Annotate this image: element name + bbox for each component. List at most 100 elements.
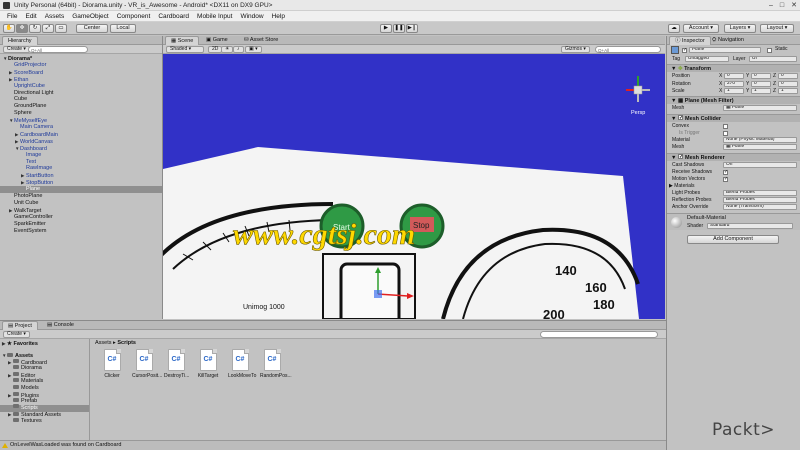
static-checkbox[interactable] (767, 48, 772, 53)
space-local-button[interactable]: Local (110, 24, 136, 33)
tab-navigation[interactable]: ⛭ Navigation (707, 36, 749, 45)
tab-scene[interactable]: ▦ Scene (165, 36, 200, 45)
lighting-toggle[interactable]: ☀ (221, 46, 234, 53)
menu-assets[interactable]: Assets (41, 13, 69, 20)
scale-tool-button[interactable]: ⤢ (42, 24, 54, 33)
reflection-probes-label: Reflection Probes (672, 197, 712, 203)
cloud-icon[interactable]: ☁ (668, 24, 680, 33)
mesh-collider-enabled-checkbox[interactable] (677, 114, 683, 122)
tab-project[interactable]: ▤ Project (2, 321, 38, 330)
script-asset[interactable]: Clicker (100, 349, 124, 379)
breadcrumb-scripts[interactable]: Scripts (117, 340, 136, 346)
project-folder-label: Prefab (21, 398, 38, 405)
shading-dropdown[interactable]: Shaded ▾ (166, 46, 204, 53)
scene-view[interactable]: ▦ Scene ▣ Game ⛁ Asset Store Shaded ▾ 2D… (163, 36, 665, 319)
menu-help[interactable]: Help (268, 13, 289, 20)
mesh-renderer-enabled-checkbox[interactable] (677, 153, 683, 161)
hierarchy-create-button[interactable]: Create ▾ (3, 46, 30, 53)
layers-dropdown[interactable]: Layers ▾ (724, 24, 756, 33)
transform-x-field[interactable]: 0 (724, 73, 744, 79)
script-asset[interactable]: KillTarget (196, 349, 220, 379)
mesh-filter-mesh-field[interactable]: ▦ Plane (723, 105, 797, 111)
tab-inspector[interactable]: ⓘ Inspector (669, 36, 711, 45)
menu-edit[interactable]: Edit (21, 13, 40, 20)
close-icon[interactable]: ✕ (791, 0, 797, 11)
transform-y-field[interactable]: 0 (751, 73, 771, 79)
account-dropdown[interactable]: Account ▾ (683, 24, 719, 33)
rotate-tool-button[interactable]: ↻ (29, 24, 41, 33)
transform-x-field[interactable]: 1 (724, 88, 744, 94)
is-trigger-checkbox[interactable] (723, 131, 728, 136)
orientation-gizmo[interactable] (626, 76, 650, 102)
transform-y-field[interactable]: 1 (751, 88, 771, 94)
transform-y-value: 1 (754, 88, 757, 93)
transform-z-field[interactable]: 1 (778, 88, 798, 94)
minimize-icon[interactable]: – (769, 0, 773, 11)
light-probes-dropdown[interactable]: Blend Probes (723, 190, 797, 196)
cast-shadows-row: Cast Shadows On (667, 162, 800, 169)
reflection-probes-dropdown[interactable]: Blend Probes (723, 197, 797, 203)
menu-gameobject[interactable]: GameObject (68, 13, 113, 20)
project-search-input[interactable] (540, 331, 658, 338)
step-button[interactable]: ▶❙ (406, 24, 418, 33)
hand-tool-button[interactable]: ✋ (3, 24, 15, 33)
object-active-checkbox[interactable] (682, 47, 687, 54)
menu-window[interactable]: Window (236, 13, 267, 20)
collider-material-field[interactable]: None (Physic Material) (723, 137, 797, 143)
status-bar[interactable]: OnLevelWasLoaded was found on Cardboard (0, 440, 666, 450)
menu-cardboard[interactable]: Cardboard (154, 13, 193, 20)
tab-asset-store[interactable]: ⛁ Asset Store (239, 36, 283, 45)
play-button[interactable]: ▶ (380, 24, 392, 33)
object-name-field[interactable]: Plane (689, 47, 761, 53)
cast-shadows-dropdown[interactable]: On (723, 162, 797, 168)
scene-search-input[interactable]: Q+All (595, 46, 661, 53)
script-asset[interactable]: CursorPosit... (132, 349, 162, 379)
menu-mobile-input[interactable]: Mobile Input (193, 13, 236, 20)
script-asset-label: RandomPos... (260, 373, 292, 379)
project-create-button[interactable]: Create ▾ (3, 331, 30, 338)
tab-game[interactable]: ▣ Game (201, 36, 233, 45)
maximize-icon[interactable]: □ (780, 0, 784, 11)
pivot-center-button[interactable]: Center (76, 24, 108, 33)
mesh-filter-header[interactable]: ▼ ▦ Plane (Mesh Filter) (667, 96, 800, 104)
menu-file[interactable]: File (3, 13, 21, 20)
layer-dropdown[interactable]: UI (749, 56, 797, 62)
effects-toggle[interactable]: ▣ ▾ (245, 46, 262, 53)
pause-button[interactable]: ❚❚ (393, 24, 405, 33)
tag-dropdown[interactable]: Untagged (685, 56, 729, 62)
project-folder-item[interactable]: Textures (0, 417, 89, 425)
move-tool-button[interactable]: ✥ (16, 24, 28, 33)
gizmos-dropdown[interactable]: Gizmos ▾ (561, 46, 590, 53)
tab-console[interactable]: ▤ Console (42, 321, 79, 330)
mesh-renderer-header[interactable]: ▼ Mesh Renderer (667, 153, 800, 161)
motion-vectors-checkbox[interactable] (723, 176, 728, 183)
layout-dropdown[interactable]: Layout ▾ (760, 24, 794, 33)
transform-z-field[interactable]: 0 (778, 73, 798, 79)
menu-component[interactable]: Component (113, 13, 155, 20)
anchor-override-field[interactable]: None (Transform) (723, 204, 797, 210)
tab-hierarchy[interactable]: Hierarchy (2, 36, 38, 45)
mesh-collider-header[interactable]: ▼ Mesh Collider (667, 114, 800, 122)
hierarchy-item[interactable]: EventSystem (0, 228, 162, 235)
gizmo-center-handle[interactable] (374, 290, 382, 298)
add-component-button[interactable]: Add Component (687, 235, 779, 244)
favorites-item[interactable]: ▶ ★ Favorites (2, 340, 38, 347)
shader-dropdown[interactable]: Standard (707, 223, 793, 229)
hierarchy-search-input[interactable]: Q+All (28, 46, 88, 53)
convex-checkbox[interactable] (723, 124, 728, 129)
breadcrumb-assets[interactable]: Assets (95, 340, 112, 346)
script-asset[interactable]: RandomPos... (260, 349, 292, 379)
transform-header[interactable]: ▼ ✥ Transform (667, 64, 800, 72)
hierarchy-item-label: Image (26, 151, 42, 158)
receive-shadows-checkbox[interactable] (723, 169, 728, 176)
rect-tool-button[interactable]: ▭ (55, 24, 67, 33)
collider-mesh-field[interactable]: ▦ Plane (723, 144, 797, 150)
script-asset[interactable]: LookMoveTo (228, 349, 256, 379)
scene-canvas[interactable]: Unimog 1000 140 160 180 200 Start Stop w… (163, 54, 665, 319)
materials-row[interactable]: ▶ Materials (667, 183, 800, 190)
transform-z-field[interactable]: 0 (778, 80, 798, 87)
transform-y-field[interactable]: 0 (751, 80, 771, 87)
script-asset[interactable]: DestroyTi... (164, 349, 189, 379)
transform-x-field[interactable]: 270 (724, 80, 744, 87)
audio-toggle[interactable]: ♪ (233, 46, 244, 53)
